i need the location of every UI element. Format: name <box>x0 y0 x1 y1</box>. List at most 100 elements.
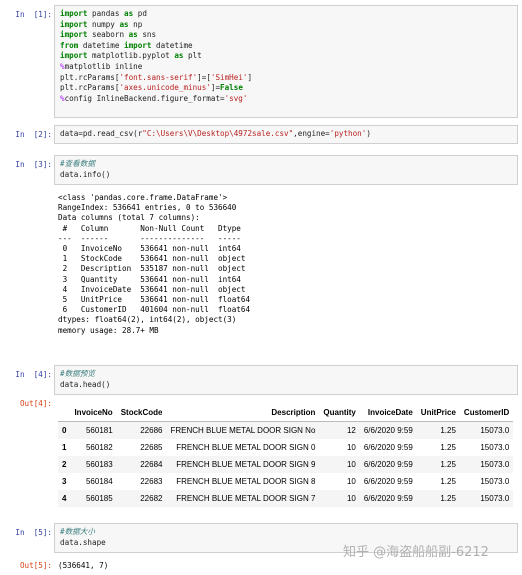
code-cell-3[interactable]: #查看数据 data.info() <box>54 155 518 185</box>
row-index: 1 <box>62 443 67 452</box>
column-header: InvoiceDate <box>359 404 417 422</box>
cell-5-prompt: In [5]: <box>15 528 52 537</box>
table-cell: 15073.0 <box>480 443 510 452</box>
code-token: datetime <box>151 40 193 50</box>
code-token: pd <box>133 9 147 18</box>
code-token: ]= <box>210 83 221 93</box>
code-token: 'font.sans-serif' <box>119 72 198 82</box>
code-token: "C:\Users\V\Desktop\4972sale.csv" <box>142 129 294 138</box>
table-cell: 6/6/2020 9:59 <box>363 443 413 452</box>
code-line: data.info() <box>60 170 512 181</box>
table-row: 3 560184 22683 FRENCH BLUE METAL DOOR SIGN … <box>58 473 513 490</box>
table-cell: FRENCH BLUE METAL DOOR SIGN 0 <box>176 443 316 452</box>
code-token: plt.rcParams[ <box>60 72 120 82</box>
code-token: ) <box>366 129 371 138</box>
out-4-prompt: Out[4]: <box>19 399 52 408</box>
dataframe-head-table: InvoiceNo StockCode Description Quantity Inv… <box>58 404 514 507</box>
code-cell-1[interactable]: import pandas as pd import numpy as np imp… <box>54 5 518 118</box>
code-line: from datetime import datetime <box>60 41 512 52</box>
table-row: 2 560183 22684 FRENCH BLUE METAL DOOR SIGN … <box>58 456 514 473</box>
table-cell: 560184 <box>85 477 113 486</box>
table-cell: FRENCH BLUE METAL DOOR SIGN No <box>170 426 316 435</box>
code-line: import seaborn as sns <box>60 30 512 41</box>
code-line: plt.rcParams['axes.unicode_minus']=False <box>60 83 512 94</box>
table-cell: 560182 <box>85 443 113 452</box>
info-output: <class 'pandas.core.frame.DataFrame'> Ra… <box>58 193 251 335</box>
table-cell: 22685 <box>140 443 163 452</box>
code-token: 'python' <box>329 129 367 138</box>
column-header: CustomerID <box>459 404 514 422</box>
table-cell: 6/6/2020 9:59 <box>363 460 413 469</box>
code-token: 'svg' <box>224 93 248 103</box>
table-row: 4 560185 22682 FRENCH BLUE METAL DOOR SIGN … <box>58 490 514 507</box>
table-cell: 6/6/2020 9:59 <box>363 494 413 503</box>
table-cell: 10 <box>346 494 356 503</box>
table-cell: 15073.0 <box>480 494 510 503</box>
table-header-row: InvoiceNo StockCode Description Quantity Inv… <box>58 404 514 422</box>
table-cell: 12 <box>346 426 356 435</box>
column-header: UnitPrice <box>416 404 460 422</box>
code-cell-2[interactable]: data=pd.read_csv(r"C:\Users\V\Desktop\49… <box>54 125 518 144</box>
table-cell: 22683 <box>140 477 163 486</box>
code-token: import <box>124 40 152 50</box>
code-token: import <box>60 30 88 40</box>
code-token: matplotlib.pyplot <box>87 51 175 61</box>
table-cell: 6/6/2020 9:59 <box>363 477 413 486</box>
code-token: numpy <box>87 19 120 29</box>
table-cell: 10 <box>346 443 356 452</box>
code-token: data.head() <box>60 379 111 389</box>
cell-4-prompt: In [4]: <box>15 370 52 379</box>
code-token: 'SimHei' <box>210 72 248 82</box>
code-cell-4[interactable]: #数据预览 data.head() <box>54 365 518 395</box>
table-cell: 15073.0 <box>480 460 510 469</box>
table-cell: 1.25 <box>440 426 456 435</box>
code-token: plt.rcParams[ <box>60 83 120 93</box>
row-index: 0 <box>62 426 67 435</box>
code-token: import <box>60 9 88 18</box>
row-index: 3 <box>62 477 67 486</box>
code-line: data=pd.read_csv(r"C:\Users\V\Desktop\49… <box>60 129 512 140</box>
code-line: plt.rcParams['font.sans-serif']=['SimHei… <box>60 73 512 84</box>
code-token: 'axes.unicode_minus' <box>119 83 211 93</box>
code-token: #查看数据 <box>60 159 95 168</box>
column-header: StockCode <box>116 404 167 422</box>
code-token: as <box>124 9 134 18</box>
column-header: Description <box>166 404 320 422</box>
table-cell: 22682 <box>140 494 163 503</box>
code-line: import numpy as np <box>60 20 512 31</box>
row-index: 4 <box>62 494 67 503</box>
table-cell: FRENCH BLUE METAL DOOR SIGN 9 <box>176 460 316 469</box>
table-cell: 15073.0 <box>480 426 510 435</box>
code-token: data.info() <box>60 169 111 179</box>
cell-1-prompt: In [1]: <box>15 10 52 19</box>
code-token: #数据预览 <box>60 369 95 378</box>
code-token: False <box>220 83 243 93</box>
code-token: from <box>60 40 79 50</box>
table-cell: 10 <box>346 477 356 486</box>
code-token: datetime <box>78 40 125 50</box>
code-line: %matplotlib inline <box>60 62 512 73</box>
column-header <box>58 404 71 422</box>
code-line: #数据预览 <box>60 369 512 380</box>
code-token: import <box>60 19 88 29</box>
code-line: import pandas as pd <box>60 9 512 20</box>
table-cell: 22684 <box>140 460 163 469</box>
column-header: InvoiceNo <box>70 404 117 422</box>
table-cell: 1.25 <box>440 460 456 469</box>
column-header: Quantity <box>319 404 360 422</box>
code-token: data.shape <box>60 537 106 547</box>
table-cell: 560185 <box>85 494 113 503</box>
cell-3-prompt: In [3]: <box>15 160 52 169</box>
table-cell: FRENCH BLUE METAL DOOR SIGN 8 <box>176 477 316 486</box>
table-cell: 15073.0 <box>480 477 510 486</box>
code-line: #查看数据 <box>60 159 512 170</box>
code-token: import <box>60 51 88 61</box>
code-token: #数据大小 <box>60 527 95 536</box>
code-token: pandas <box>87 9 125 18</box>
shape-output: (536641, 7) <box>58 561 109 570</box>
code-token: config InlineBackend.figure_format= <box>64 93 225 103</box>
table-cell: 1.25 <box>440 477 456 486</box>
table-cell: 6/6/2020 9:59 <box>363 426 413 435</box>
code-line: data.head() <box>60 380 512 391</box>
code-line: %config InlineBackend.figure_format='svg… <box>60 94 512 105</box>
